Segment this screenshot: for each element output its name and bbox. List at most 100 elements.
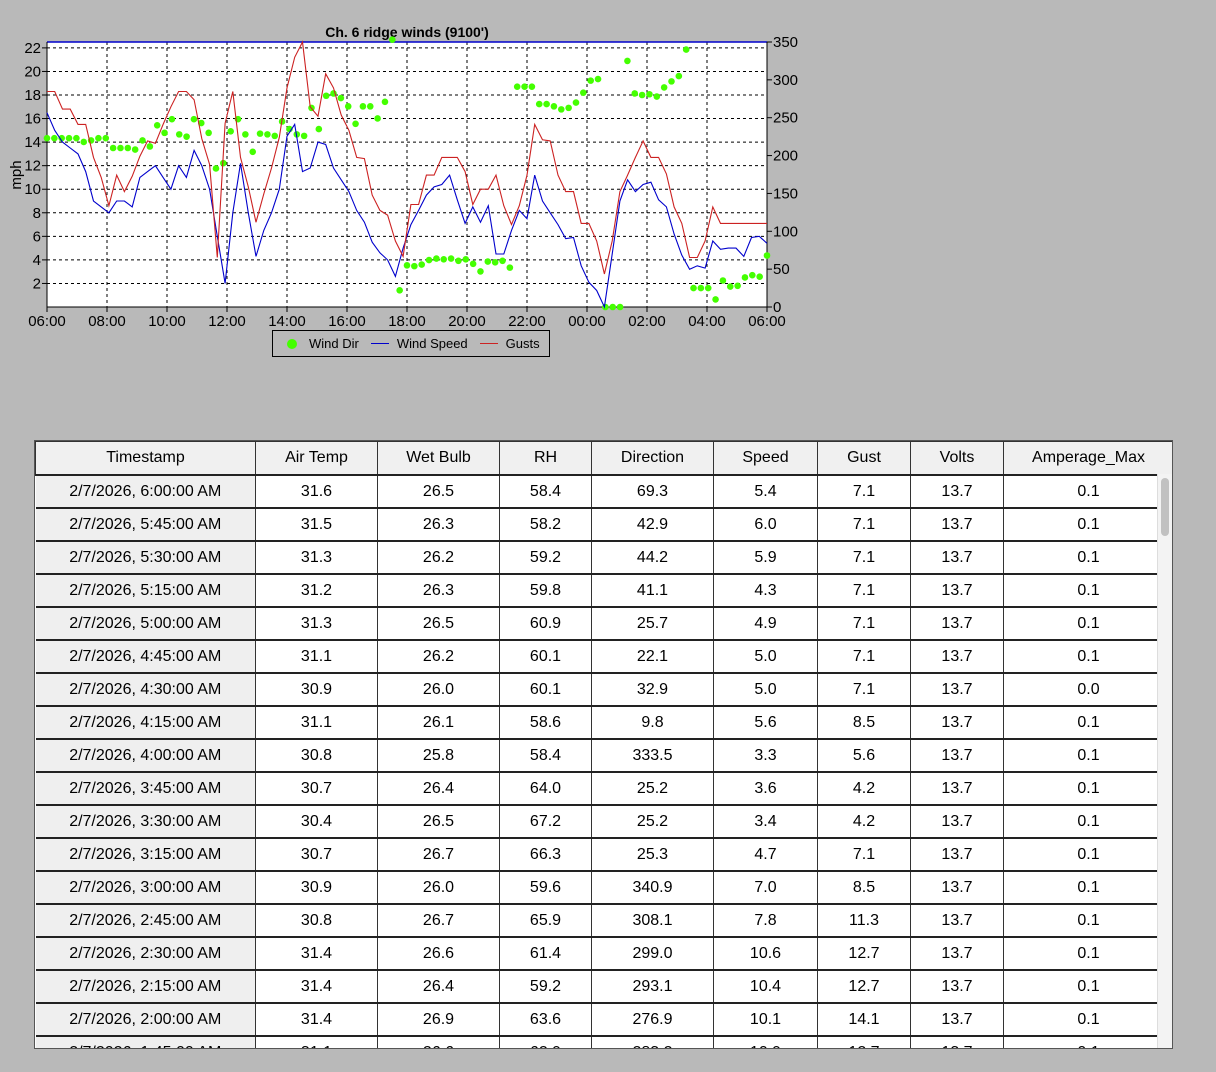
data-point-wind-dir bbox=[653, 93, 661, 100]
column-header-direction[interactable]: Direction bbox=[591, 441, 714, 476]
table-row[interactable]: 2/7/2026, 5:00:00 AM 31.3 26.5 60.9 25.7 4.9 7… bbox=[35, 607, 1172, 641]
column-header-air-temp[interactable]: Air Temp bbox=[255, 441, 378, 476]
scrollbar-thumb[interactable] bbox=[1161, 478, 1169, 536]
cell-gust: 7.1 bbox=[817, 838, 911, 872]
table-row[interactable]: 2/7/2026, 4:30:00 AM 30.9 26.0 60.1 32.9 5.0 7… bbox=[35, 673, 1172, 707]
cell-timestamp: 2/7/2026, 3:00:00 AM bbox=[35, 871, 256, 905]
x-tick-label: 20:00 bbox=[448, 313, 486, 330]
data-point-wind-dir bbox=[366, 103, 374, 110]
data-point-wind-dir bbox=[594, 75, 602, 83]
cell-amperage-max: 0.1 bbox=[1003, 772, 1172, 806]
table-row[interactable]: 2/7/2026, 2:30:00 AM 31.4 26.6 61.4 299.0 10.… bbox=[35, 937, 1172, 971]
table-row[interactable]: 2/7/2026, 5:30:00 AM 31.3 26.2 59.2 44.2 5.9 7… bbox=[35, 541, 1172, 575]
column-header-speed[interactable]: Speed bbox=[713, 441, 818, 476]
cell-volts: 13.7 bbox=[910, 739, 1004, 773]
cell-timestamp: 2/7/2026, 2:30:00 AM bbox=[35, 937, 256, 971]
table-row[interactable]: 2/7/2026, 3:00:00 AM 30.9 26.0 59.6 340.9 7.0… bbox=[35, 871, 1172, 905]
data-point-wind-dir bbox=[616, 303, 624, 311]
cell-direction: 276.9 bbox=[591, 1003, 714, 1037]
y-tick-label: 8 bbox=[33, 205, 41, 222]
cell-volts: 13.7 bbox=[910, 772, 1004, 806]
column-header-volts[interactable]: Volts bbox=[910, 441, 1004, 476]
y-tick-label: 18 bbox=[24, 87, 41, 104]
cell-speed: 3.4 bbox=[713, 805, 818, 839]
cell-direction: 283.2 bbox=[591, 1036, 714, 1048]
cell-air-temp: 31.4 bbox=[255, 937, 378, 971]
data-point-wind-dir bbox=[322, 92, 330, 100]
cell-direction: 308.1 bbox=[591, 904, 714, 938]
cell-air-temp: 31.3 bbox=[255, 541, 378, 575]
cell-volts: 13.7 bbox=[910, 904, 1004, 938]
table-body: 2/7/2026, 6:00:00 AM 31.6 26.5 58.4 69.3 5.4 7… bbox=[35, 475, 1172, 1048]
cell-volts: 13.7 bbox=[910, 871, 1004, 905]
cell-speed: 3.3 bbox=[713, 739, 818, 773]
data-point-wind-dir bbox=[660, 84, 668, 91]
data-point-wind-dir bbox=[183, 133, 190, 140]
table-row[interactable]: 2/7/2026, 2:15:00 AM 31.4 26.4 59.2 293.1 10.… bbox=[35, 970, 1172, 1004]
x-tick-label: 16:00 bbox=[328, 313, 366, 330]
table-scrollbar[interactable] bbox=[1157, 474, 1172, 1048]
cell-rh: 59.2 bbox=[499, 970, 592, 1004]
legend-marker-wind-speed bbox=[370, 343, 389, 344]
cell-gust: 12.7 bbox=[817, 937, 911, 971]
cell-speed: 5.4 bbox=[713, 475, 818, 509]
cell-volts: 13.7 bbox=[910, 1036, 1004, 1048]
cell-wet-bulb: 26.4 bbox=[377, 970, 500, 1004]
table-row[interactable]: 2/7/2026, 3:30:00 AM 30.4 26.5 67.2 25.2 3.4 4… bbox=[35, 805, 1172, 839]
cell-rh: 66.3 bbox=[499, 838, 592, 872]
column-header-timestamp[interactable]: Timestamp bbox=[35, 441, 256, 476]
cell-speed: 10.6 bbox=[713, 937, 818, 971]
data-table-container[interactable]: Timestamp Air Temp Wet Bulb RH Direction Spee… bbox=[34, 440, 1173, 1049]
cell-amperage-max: 0.1 bbox=[1003, 706, 1172, 740]
cell-speed: 5.0 bbox=[713, 640, 818, 674]
table-row[interactable]: 2/7/2026, 5:45:00 AM 31.5 26.3 58.2 42.9 6.0 7… bbox=[35, 508, 1172, 542]
cell-wet-bulb: 25.8 bbox=[377, 739, 500, 773]
cell-wet-bulb: 26.1 bbox=[377, 706, 500, 740]
data-point-wind-dir bbox=[477, 268, 484, 275]
cell-volts: 13.7 bbox=[910, 970, 1004, 1004]
table-row[interactable]: 2/7/2026, 1:45:00 AM31.126.662.9283.210.… bbox=[35, 1036, 1172, 1048]
data-point-wind-dir bbox=[300, 132, 308, 140]
cell-wet-bulb: 26.3 bbox=[377, 508, 500, 542]
data-point-wind-dir bbox=[697, 284, 705, 292]
y-tick-label: 6 bbox=[33, 228, 41, 245]
cell-timestamp: 2/7/2026, 4:15:00 AM bbox=[35, 706, 256, 740]
y2-tick-label: 0 bbox=[773, 299, 781, 316]
column-header-wet-bulb[interactable]: Wet Bulb bbox=[377, 441, 500, 476]
data-point-wind-dir bbox=[190, 115, 198, 123]
chart-plot: 06:00 08:00 10:00 12:00 14:00 16:00 18:00 20:00… bbox=[8, 24, 798, 330]
data-point-wind-dir bbox=[102, 134, 110, 142]
data-point-wind-dir bbox=[704, 284, 712, 292]
cell-amperage-max: 0.1 bbox=[1003, 574, 1172, 608]
table-row[interactable]: 2/7/2026, 4:15:00 AM 31.1 26.1 58.6 9.8 5.6 8.… bbox=[35, 706, 1172, 740]
table-row[interactable]: 2/7/2026, 3:45:00 AM 30.7 26.4 64.0 25.2 3.6 4… bbox=[35, 772, 1172, 806]
data-point-wind-dir bbox=[675, 72, 683, 80]
cell-timestamp: 2/7/2026, 5:15:00 AM bbox=[35, 574, 256, 608]
data-point-wind-dir bbox=[146, 143, 154, 150]
table-row[interactable]: 2/7/2026, 5:15:00 AM 31.2 26.3 59.8 41.1 4.3 7… bbox=[35, 574, 1172, 608]
table-row[interactable]: 2/7/2026, 2:45:00 AM 30.8 26.7 65.9 308.1 7.8… bbox=[35, 904, 1172, 938]
cell-amperage-max: 0.1 bbox=[1003, 1003, 1172, 1037]
table-row[interactable]: 2/7/2026, 3:15:00 AM 30.7 26.7 66.3 25.3 4.7 7… bbox=[35, 838, 1172, 872]
table-row[interactable]: 2/7/2026, 6:00:00 AM 31.6 26.5 58.4 69.3 5.4 7… bbox=[35, 475, 1172, 509]
cell-air-temp: 31.5 bbox=[255, 508, 378, 542]
data-point-wind-dir bbox=[756, 273, 763, 281]
cell-air-temp: 30.9 bbox=[255, 871, 378, 905]
cell-gust: 4.2 bbox=[817, 772, 911, 806]
cell-speed: 10.9 bbox=[713, 1036, 818, 1048]
data-point-wind-dir bbox=[131, 146, 139, 153]
column-header-gust[interactable]: Gust bbox=[817, 441, 911, 476]
cell-rh: 64.0 bbox=[499, 772, 592, 806]
cell-rh: 59.8 bbox=[499, 574, 592, 608]
table-row[interactable]: 2/7/2026, 4:45:00 AM 31.1 26.2 60.1 22.1 5.0 7… bbox=[35, 640, 1172, 674]
legend-item-wind-dir: Wind Dir bbox=[285, 336, 359, 351]
cell-timestamp: 2/7/2026, 4:00:00 AM bbox=[35, 739, 256, 773]
table-row[interactable]: 2/7/2026, 4:00:00 AM 30.8 25.8 58.4 333.5 3.3… bbox=[35, 739, 1172, 773]
cell-wet-bulb: 26.3 bbox=[377, 574, 500, 608]
cell-volts: 13.7 bbox=[910, 640, 1004, 674]
table-row[interactable]: 2/7/2026, 2:00:00 AM 31.4 26.9 63.6 276.9 10.… bbox=[35, 1003, 1172, 1037]
column-header-rh[interactable]: RH bbox=[499, 441, 592, 476]
column-header-amperage-max[interactable]: Amperage_Max bbox=[1003, 441, 1172, 476]
data-point-wind-dir bbox=[374, 115, 381, 122]
cell-timestamp: 2/7/2026, 2:15:00 AM bbox=[35, 970, 256, 1004]
